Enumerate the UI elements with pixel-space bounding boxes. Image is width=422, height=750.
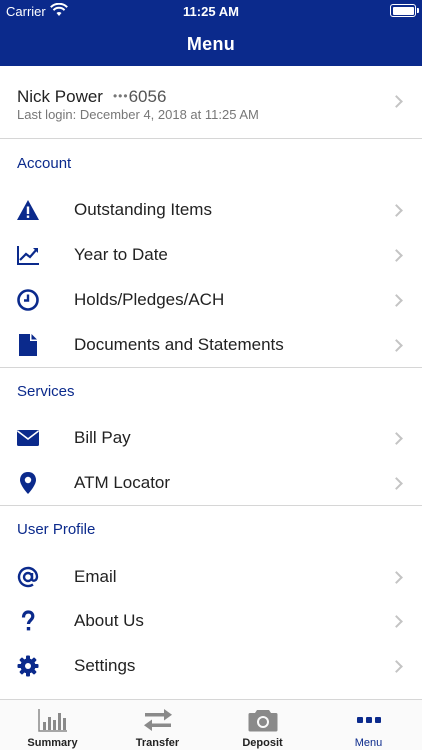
- account-holder-name: Nick Power: [17, 87, 103, 106]
- menu-item-bill-pay[interactable]: Bill Pay: [0, 416, 422, 461]
- map-pin-icon: [20, 472, 36, 494]
- warning-icon: [17, 200, 39, 220]
- page-title: Menu: [186, 34, 236, 54]
- menu-item-label: Bill Pay: [74, 428, 131, 447]
- section-title-account: Account: [17, 155, 72, 172]
- menu-item-email[interactable]: Email: [0, 555, 422, 600]
- chevron-right-icon: [390, 571, 403, 584]
- account-suffix: 6056: [128, 87, 167, 106]
- masked-dots: •••: [112, 89, 129, 103]
- menu-item-label: Holds/Pledges/ACH: [74, 290, 225, 309]
- chevron-right-icon: [390, 95, 403, 108]
- tab-summary[interactable]: Summary: [0, 700, 105, 750]
- tab-bar: Summary Transfer Deposit Menu: [0, 699, 422, 750]
- question-icon: [21, 610, 35, 631]
- menu-item-label: Documents and Statements: [74, 335, 284, 354]
- menu-item-year-to-date[interactable]: Year to Date: [0, 233, 422, 278]
- chevron-right-icon: [390, 432, 403, 445]
- chevron-right-icon: [390, 339, 403, 352]
- tab-label: Transfer: [135, 737, 180, 749]
- camera-icon: [248, 710, 277, 732]
- menu-item-documents-statements[interactable]: Documents and Statements: [0, 323, 422, 368]
- account-holder: Nick Power •••6056: [17, 87, 166, 107]
- battery-icon: [390, 4, 419, 17]
- chevron-right-icon: [390, 477, 403, 490]
- tab-transfer[interactable]: Transfer: [105, 700, 210, 750]
- menu-item-label: Outstanding Items: [74, 200, 212, 219]
- menu-item-holds-pledges-ach[interactable]: Holds/Pledges/ACH: [0, 278, 422, 323]
- section-divider: [0, 505, 422, 506]
- account-summary-row[interactable]: Nick Power •••6056 Last login: December 4…: [0, 66, 422, 139]
- clock-icon: [17, 289, 39, 311]
- menu-item-outstanding-items[interactable]: Outstanding Items: [0, 188, 422, 233]
- tab-deposit[interactable]: Deposit: [210, 700, 315, 750]
- tab-menu[interactable]: Menu: [316, 700, 421, 750]
- more-dots-icon: [356, 717, 381, 723]
- last-login-text: Last login: December 4, 2018 at 11:25 AM: [17, 107, 259, 122]
- menu-item-label: Year to Date: [74, 245, 168, 264]
- trend-chart-icon: [17, 246, 39, 265]
- menu-item-about-us[interactable]: About Us: [0, 599, 422, 644]
- menu-item-atm-locator[interactable]: ATM Locator: [0, 461, 422, 506]
- transfer-arrows-icon: [143, 709, 172, 731]
- status-time: 11:25 AM: [183, 4, 239, 19]
- section-divider: [0, 367, 422, 368]
- section-title-user-profile: User Profile: [17, 521, 96, 538]
- envelope-icon: [17, 430, 39, 446]
- chevron-right-icon: [390, 249, 403, 262]
- status-bar: Carrier 11:25 AM: [0, 0, 422, 22]
- menu-item-label: Settings: [74, 656, 136, 675]
- chevron-right-icon: [390, 204, 403, 217]
- tab-label: Deposit: [242, 737, 283, 749]
- menu-item-label: ATM Locator: [74, 473, 171, 492]
- chevron-right-icon: [390, 660, 403, 673]
- tab-label: Menu: [354, 737, 383, 749]
- gear-icon: [17, 655, 39, 677]
- chevron-right-icon: [390, 615, 403, 628]
- tab-label: Summary: [27, 737, 78, 749]
- menu-item-label: Email: [74, 567, 117, 586]
- document-icon: [19, 334, 37, 356]
- at-sign-icon: [17, 566, 39, 588]
- menu-item-settings[interactable]: Settings: [0, 644, 422, 689]
- section-title-services: Services: [17, 383, 75, 400]
- app-header: Carrier 11:25 AM Menu: [0, 0, 422, 66]
- chevron-right-icon: [390, 294, 403, 307]
- menu-item-label: About Us: [74, 611, 144, 630]
- bar-chart-icon: [37, 709, 67, 732]
